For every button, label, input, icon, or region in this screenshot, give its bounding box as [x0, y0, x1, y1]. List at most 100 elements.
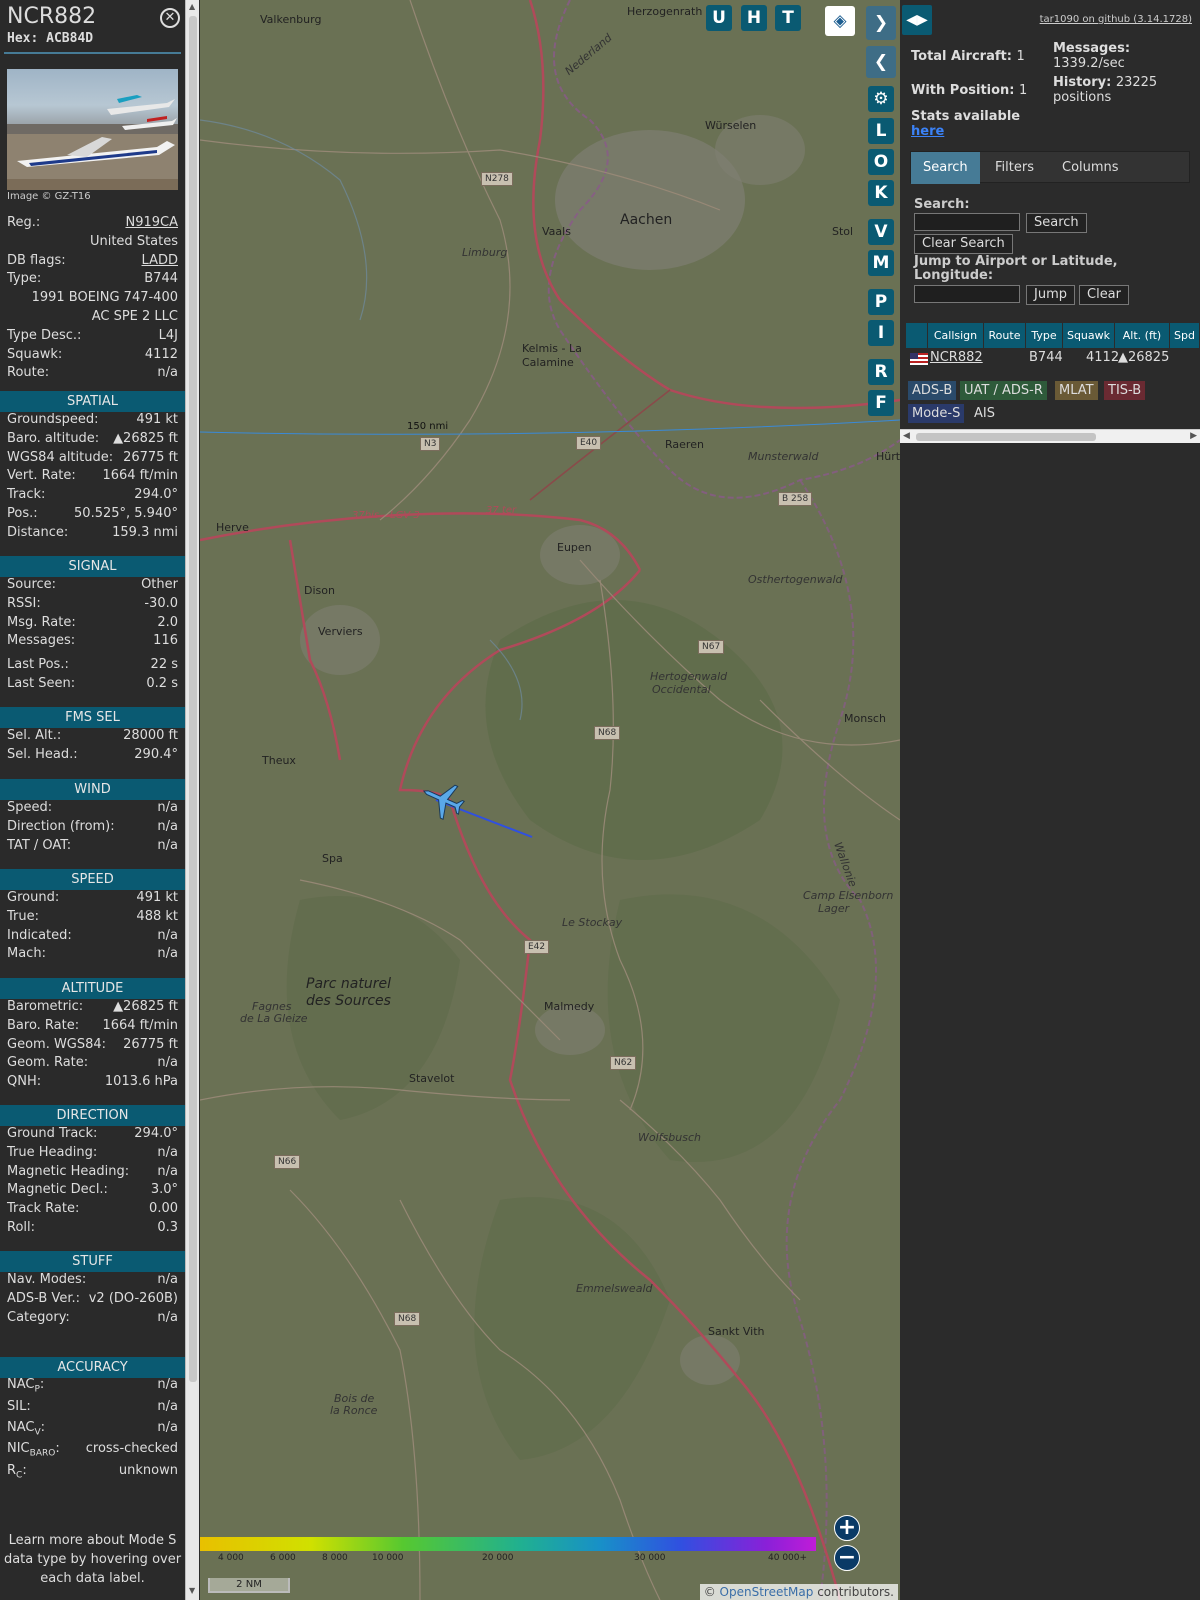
- jump-button[interactable]: Jump: [1026, 285, 1075, 305]
- detail-label[interactable]: Sel. Head.:: [7, 745, 78, 764]
- zoom-out-button[interactable]: −: [834, 1545, 860, 1571]
- col-type[interactable]: Type: [1026, 323, 1063, 348]
- detail-label[interactable]: Messages:: [7, 631, 75, 650]
- detail-label[interactable]: Baro. altitude:: [7, 429, 99, 448]
- tab-filters[interactable]: Filters: [983, 152, 1046, 184]
- map-toggle-i-button[interactable]: I: [868, 320, 894, 346]
- detail-label[interactable]: Squawk:: [7, 345, 62, 364]
- section-header-speed[interactable]: SPEED: [0, 869, 185, 890]
- scroll-down-icon[interactable]: ▼: [189, 1586, 195, 1595]
- detail-label[interactable]: Sel. Alt.:: [7, 726, 61, 745]
- osm-link[interactable]: OpenStreetMap: [720, 1585, 814, 1599]
- detail-label[interactable]: Last Pos.:: [7, 655, 69, 674]
- detail-label[interactable]: Magnetic Heading:: [7, 1162, 129, 1181]
- detail-label[interactable]: Ground Track:: [7, 1124, 97, 1143]
- clear-button[interactable]: Clear: [1079, 285, 1129, 305]
- section-header-stuff[interactable]: STUFF: [0, 1251, 185, 1272]
- detail-label[interactable]: Route:: [7, 363, 49, 382]
- detail-label[interactable]: Distance:: [7, 523, 68, 542]
- detail-label[interactable]: Vert. Rate:: [7, 466, 76, 485]
- toggle-sidebar-button[interactable]: ◀▶: [902, 5, 932, 35]
- section-header-signal[interactable]: SIGNAL: [0, 556, 185, 577]
- detail-label[interactable]: WGS84 altitude:: [7, 448, 113, 467]
- map-view[interactable]: Valkenburg Herzogenrath Würselen Aachen Vaal…: [200, 0, 900, 1600]
- map-toggle-k-button[interactable]: K: [868, 180, 894, 206]
- map-toggle-p-button[interactable]: P: [868, 289, 894, 315]
- col-route[interactable]: Route: [984, 323, 1026, 348]
- detail-label[interactable]: DB flags:: [7, 251, 66, 270]
- section-header-fms-sel[interactable]: FMS SEL: [0, 707, 185, 728]
- map-toggle-t-button[interactable]: T: [775, 5, 801, 31]
- close-icon[interactable]: ✕: [160, 8, 180, 28]
- map-toggle-l-button[interactable]: L: [868, 118, 894, 144]
- search-input[interactable]: [914, 213, 1020, 231]
- section-header-direction[interactable]: DIRECTION: [0, 1105, 185, 1126]
- detail-label[interactable]: Groundspeed:: [7, 410, 98, 429]
- detail-label[interactable]: Indicated:: [7, 926, 72, 945]
- detail-label[interactable]: Direction (from):: [7, 817, 115, 836]
- col-callsign[interactable]: Callsign: [928, 323, 984, 348]
- detail-value[interactable]: N919CA: [125, 213, 178, 232]
- detail-label[interactable]: Type:: [7, 269, 41, 288]
- map-toggle-u-button[interactable]: U: [706, 5, 732, 31]
- scroll-left-icon[interactable]: ◀: [903, 431, 910, 441]
- map-toggle-v-button[interactable]: V: [868, 219, 894, 245]
- table-horizontal-scrollbar[interactable]: ◀ ▶: [900, 429, 1200, 443]
- collapse-panel-button[interactable]: ❮: [866, 46, 896, 78]
- accuracy-label[interactable]: NICBARO:: [7, 1439, 60, 1464]
- detail-label[interactable]: True Heading:: [7, 1143, 97, 1162]
- col-squawk[interactable]: Squawk: [1063, 323, 1115, 348]
- detail-label[interactable]: Roll:: [7, 1218, 35, 1237]
- detail-label[interactable]: Reg.:: [7, 213, 40, 232]
- detail-label[interactable]: Mach:: [7, 944, 46, 963]
- search-button[interactable]: Search: [1026, 213, 1087, 233]
- detail-label[interactable]: ADS-B Ver.:: [7, 1289, 80, 1308]
- map-toggle-m-button[interactable]: M: [868, 250, 894, 276]
- map-toggle-o-button[interactable]: O: [868, 149, 894, 175]
- col-altitude[interactable]: Alt. (ft): [1115, 323, 1170, 348]
- table-row[interactable]: NCR882 B744 4112 ▲26825: [906, 348, 1200, 368]
- detail-label[interactable]: Category:: [7, 1308, 70, 1327]
- expand-panel-button[interactable]: ❯: [866, 6, 896, 40]
- detail-label[interactable]: Ground:: [7, 888, 59, 907]
- detail-label[interactable]: Speed:: [7, 798, 52, 817]
- map-toggle-h-button[interactable]: H: [741, 5, 767, 31]
- detail-value[interactable]: LADD: [142, 251, 178, 270]
- settings-button[interactable]: ⚙: [868, 86, 894, 112]
- col-flag[interactable]: [906, 323, 928, 348]
- legend-ais[interactable]: AIS: [970, 404, 999, 423]
- sidebar-scrollbar[interactable]: ▲ ▼: [185, 0, 199, 1600]
- scroll-right-icon[interactable]: ▶: [1190, 431, 1197, 441]
- detail-label[interactable]: TAT / OAT:: [7, 836, 71, 855]
- legend-mlat[interactable]: MLAT: [1055, 381, 1098, 400]
- detail-label[interactable]: Source:: [7, 575, 56, 594]
- legend-ads-b[interactable]: ADS-B: [908, 381, 957, 400]
- detail-label[interactable]: Baro. Rate:: [7, 1016, 79, 1035]
- scroll-up-icon[interactable]: ▲: [189, 2, 195, 11]
- tab-search[interactable]: Search: [911, 152, 980, 184]
- col-speed[interactable]: Spd: [1170, 323, 1200, 348]
- legend-mode-s[interactable]: Mode-S: [908, 404, 965, 423]
- detail-label[interactable]: QNH:: [7, 1072, 41, 1091]
- section-header-spatial[interactable]: SPATIAL: [0, 391, 185, 412]
- detail-label[interactable]: Nav. Modes:: [7, 1270, 86, 1289]
- detail-label[interactable]: Pos.:: [7, 504, 38, 523]
- detail-label[interactable]: Geom. WGS84:: [7, 1035, 106, 1054]
- detail-label[interactable]: Track:: [7, 485, 45, 504]
- tab-columns[interactable]: Columns: [1050, 152, 1131, 184]
- detail-label[interactable]: True:: [7, 907, 39, 926]
- clear-search-button[interactable]: Clear Search: [914, 234, 1013, 254]
- zoom-in-button[interactable]: +: [834, 1515, 860, 1541]
- row-callsign[interactable]: NCR882: [930, 348, 983, 368]
- detail-label[interactable]: Track Rate:: [7, 1199, 79, 1218]
- map-toggle-r-button[interactable]: R: [868, 359, 894, 385]
- legend-uat-ads-r[interactable]: UAT / ADS-R: [960, 381, 1047, 400]
- section-header-wind[interactable]: WIND: [0, 779, 185, 800]
- detail-label[interactable]: Geom. Rate:: [7, 1053, 88, 1072]
- section-header-altitude[interactable]: ALTITUDE: [0, 978, 185, 999]
- legend-tis-b[interactable]: TIS-B: [1104, 381, 1146, 400]
- aircraft-photo[interactable]: [7, 69, 178, 190]
- detail-label[interactable]: Type Desc.:: [7, 326, 81, 345]
- jump-input[interactable]: [914, 285, 1020, 303]
- scrollbar-thumb[interactable]: [916, 433, 1096, 441]
